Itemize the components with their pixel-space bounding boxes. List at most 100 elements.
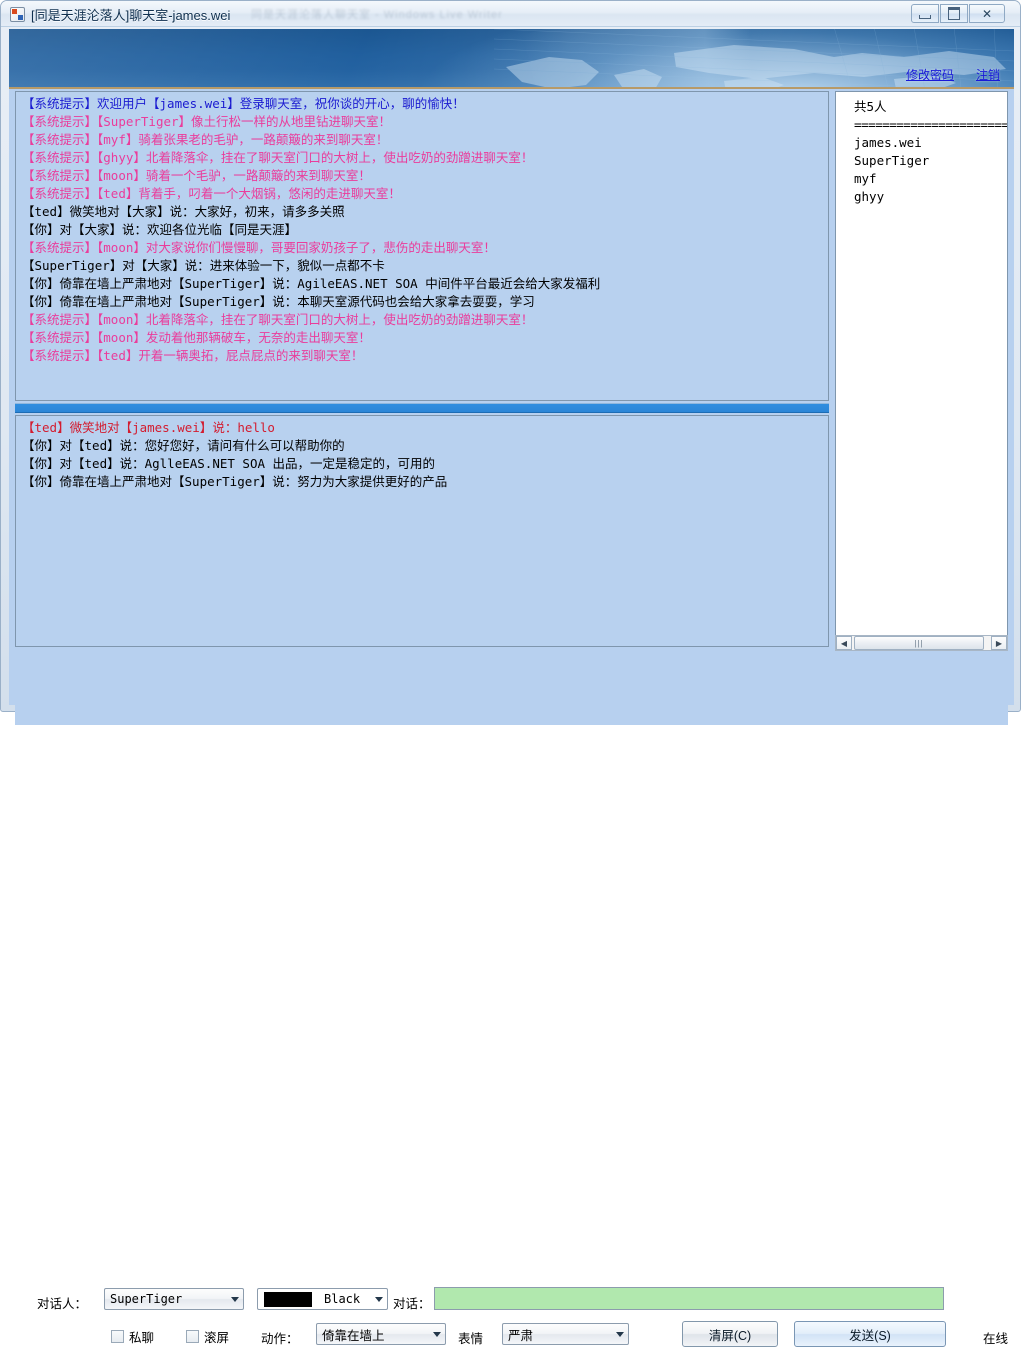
message-segment: 【你】对 — [22, 456, 73, 471]
target-user-value: SuperTiger — [110, 1292, 183, 1306]
public-message-line: 【系统提示】欢迎用户【james.wei】登录聊天室，祝你谈的开心，聊的愉快！ — [22, 95, 824, 113]
message-segment: 【你】对 — [22, 438, 73, 453]
scrollbar-track[interactable]: ||| — [852, 636, 991, 650]
message-segment: 【大家】 — [119, 204, 170, 219]
public-message-line: 【系统提示】【moon】北着降落伞，挂在了聊天室门口的大树上，使出吃奶的劲蹭进聊… — [22, 311, 824, 329]
chevron-down-icon — [428, 1324, 445, 1344]
change-password-link[interactable]: 修改密码 — [906, 66, 954, 83]
public-message-line: 【系统提示】【moon】对大家说你们慢慢聊，哥要回家奶孩子了，悲伤的走出聊天室！ — [22, 239, 824, 257]
control-bar: 对话人： SuperTiger Black 对话： 私聊 滚屏 动作： 倚靠在墙… — [15, 653, 1008, 1347]
message-segment: 【系统提示】 — [22, 348, 98, 363]
client-area: 修改密码 注销 【系统提示】欢迎用户【james.wei】登录聊天室，祝你谈的开… — [9, 29, 1014, 1347]
send-button[interactable]: 发送(S) — [794, 1321, 946, 1347]
message-segment: 说：努力为大家提供更好的产品 — [272, 474, 448, 489]
message-segment: 【系统提示】 — [22, 114, 98, 129]
public-message-line: 【ted】微笑地对【大家】说：大家好，初来，请多多关照 — [22, 203, 824, 221]
user-list-separator: ====================== — [854, 117, 1008, 132]
user-list-item[interactable]: ghyy — [854, 188, 1005, 206]
message-segment: 【ted】微笑地对 — [22, 204, 120, 219]
user-list-item[interactable]: james.wei — [854, 134, 1005, 152]
chevron-down-icon — [370, 1289, 387, 1309]
message-segment: 说：本聊天室源代码也会给大家拿去耍耍，学习 — [272, 294, 535, 309]
message-segment: 【myf】 — [97, 132, 139, 147]
message-segment: 【SuperTiger】 — [172, 276, 273, 291]
action-select[interactable]: 倚靠在墙上 — [316, 1323, 446, 1345]
color-swatch — [264, 1291, 312, 1307]
maximize-button[interactable] — [940, 4, 968, 23]
message-input[interactable] — [434, 1287, 944, 1310]
message-segment: 北着降落伞，挂在了聊天室门口的大树上，使出吃奶的劲蹭进聊天室！ — [145, 312, 534, 327]
message-segment: 【SuperTiger】对 — [22, 258, 135, 273]
user-count-label: 共5人 — [854, 99, 887, 114]
message-segment: 【moon】 — [97, 240, 146, 255]
message-segment: 【大家】 — [134, 258, 185, 273]
public-message-line: 【系统提示】【myf】骑着张果老的毛驴，一路颠簸的来到聊天室！ — [22, 131, 824, 149]
public-message-line: 【系统提示】【ted】开着一辆奥拓，屁点屁点的来到聊天室！ — [22, 347, 824, 365]
action-value: 倚靠在墙上 — [322, 1328, 385, 1343]
user-list-panel[interactable]: 共5人 ====================== james.wei Supe… — [835, 91, 1008, 647]
action-label: 动作： — [261, 1332, 299, 1346]
public-message-line: 【系统提示】【ted】背着手，叼着一个大烟锅，悠闲的走进聊天室！ — [22, 185, 824, 203]
message-segment: 【moon】 — [97, 330, 146, 345]
scrollbar-thumb[interactable]: ||| — [854, 636, 984, 650]
message-segment: 【ted】 — [97, 348, 139, 363]
private-message-line: 【ted】微笑地对【james.wei】说：hello — [22, 419, 824, 437]
message-segment: 北着降落伞，挂在了聊天室门口的大树上，使出吃奶的劲蹭进聊天室！ — [145, 150, 534, 165]
minimize-icon — [912, 5, 938, 22]
target-user-select[interactable]: SuperTiger — [104, 1288, 244, 1310]
message-segment: 【ted】微笑地对 — [22, 420, 120, 435]
message-segment: 说：您好您好，请问有什么可以帮助你的 — [119, 438, 345, 453]
dialog-label: 对话： — [393, 1297, 431, 1311]
message-segment: 【系统提示】 — [22, 168, 98, 183]
emotion-label: 表情 — [458, 1332, 484, 1346]
message-segment: 骑着一个毛驴，一路颠簸的来到聊天室！ — [145, 168, 371, 183]
public-message-line: 【系统提示】【moon】骑着一个毛驴，一路颠簸的来到聊天室！ — [22, 167, 824, 185]
message-segment: 说：欢迎各位光临【同是天涯】 — [122, 222, 298, 237]
scroll-screen-checkbox[interactable]: 滚屏 — [186, 1327, 229, 1346]
chatroom-banner: 修改密码 注销 — [9, 29, 1014, 89]
chevron-down-icon — [226, 1289, 243, 1309]
public-message-line: 【你】倚靠在墙上严肃地对【SuperTiger】说：AgileEAS.NET S… — [22, 275, 824, 293]
scroll-left-arrow-icon[interactable]: ◀ — [836, 636, 852, 650]
checkbox-icon — [186, 1330, 199, 1343]
clear-screen-button[interactable]: 清屏(C) — [682, 1321, 778, 1347]
message-segment: 【james.wei】 — [119, 420, 213, 435]
emotion-value: 严肃 — [508, 1328, 534, 1343]
user-list-item[interactable]: myf — [854, 170, 1005, 188]
public-message-line: 【系统提示】【moon】发动着他那辆破车，无奈的走出聊天室！ — [22, 329, 824, 347]
connection-status: 在线 — [983, 1332, 1009, 1346]
window-title: [同是天涯沦落人]聊天室-james.wei — [31, 8, 231, 23]
message-segment: 说：hello — [212, 420, 275, 435]
minimize-button[interactable] — [911, 4, 939, 23]
private-chat-log[interactable]: 【ted】微笑地对【james.wei】说：hello 【你】对【ted】说：您好… — [15, 415, 829, 647]
private-chat-checkbox[interactable]: 私聊 — [111, 1327, 154, 1346]
message-segment: 说：大家好，初来，请多多关照 — [169, 204, 345, 219]
close-icon: ✕ — [981, 6, 993, 21]
scroll-right-arrow-icon[interactable]: ▶ — [991, 636, 1007, 650]
public-message-line: 【系统提示】【SuperTiger】像土行松一样的从地里钻进聊天室！ — [22, 113, 824, 131]
user-list-items: james.wei SuperTiger myf ghyy — [854, 134, 1005, 206]
user-list-content: 共5人 ====================== james.wei Supe… — [836, 92, 1007, 208]
public-chat-log[interactable]: 【系统提示】欢迎用户【james.wei】登录聊天室，祝你谈的开心，聊的愉快！【… — [15, 91, 829, 401]
public-message-line: 【系统提示】【ghyy】北着降落伞，挂在了聊天室门口的大树上，使出吃奶的劲蹭进聊… — [22, 149, 824, 167]
message-segment: 【你】倚靠在墙上严肃地对 — [22, 474, 173, 489]
emotion-select[interactable]: 严肃 — [502, 1323, 629, 1345]
message-segment: 【SuperTiger】 — [172, 474, 273, 489]
message-segment: 开着一辆奥拓，屁点屁点的来到聊天室！ — [138, 348, 364, 363]
public-message-line: 【SuperTiger】对【大家】说：进来体验一下，貌似一点都不卡 — [22, 257, 824, 275]
message-segment: 【moon】 — [97, 312, 146, 327]
message-segment: 说：进来体验一下，貌似一点都不卡 — [184, 258, 385, 273]
private-chat-label: 私聊 — [129, 1331, 155, 1345]
user-list-item[interactable]: SuperTiger — [854, 152, 1005, 170]
public-message-line: 【你】倚靠在墙上严肃地对【SuperTiger】说：本聊天室源代码也会给大家拿去… — [22, 293, 824, 311]
user-list-horizontal-scrollbar[interactable]: ◀ ||| ▶ — [835, 635, 1008, 651]
close-button[interactable]: ✕ — [969, 4, 1005, 23]
message-segment: 【你】对 — [22, 222, 73, 237]
message-segment: 【你】倚靠在墙上严肃地对 — [22, 294, 173, 309]
logout-link[interactable]: 注销 — [976, 66, 1000, 83]
maximize-icon — [941, 5, 967, 22]
text-color-select[interactable]: Black — [257, 1288, 388, 1310]
chevron-down-icon — [611, 1324, 628, 1344]
message-segment: 【ghyy】 — [97, 150, 146, 165]
chat-splitter-handle[interactable] — [15, 403, 829, 413]
